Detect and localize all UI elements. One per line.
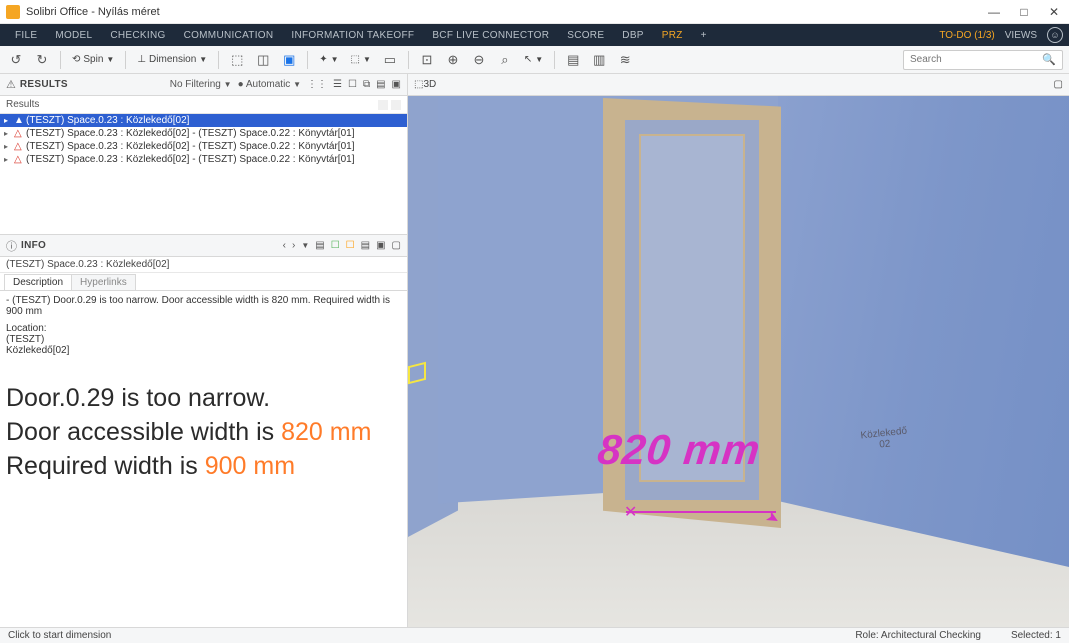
wall-right bbox=[778, 96, 1069, 567]
views-menu[interactable]: VIEWS bbox=[1005, 30, 1037, 41]
info-subject: (TESZT) Space.0.23 : Közlekedő[02] bbox=[0, 257, 407, 273]
status-selected: Selected: 1 bbox=[1011, 630, 1061, 641]
layer-icon[interactable]: ▤ bbox=[563, 50, 583, 70]
status-bar: Click to start dimension Role: Architect… bbox=[0, 627, 1069, 643]
cube-icon[interactable]: ⬚ bbox=[227, 50, 247, 70]
plane-icon[interactable]: ▥ bbox=[589, 50, 609, 70]
info-btn-3[interactable]: ☐ bbox=[346, 240, 355, 251]
view3d-title: 3D bbox=[423, 79, 436, 90]
info-btn-4[interactable]: ▤ bbox=[361, 240, 370, 251]
info-title: INFO bbox=[21, 240, 46, 251]
filter-dropdown[interactable]: No Filtering ▼ bbox=[170, 79, 232, 90]
zoom-fit-icon[interactable]: ⊡ bbox=[417, 50, 437, 70]
menu-add-tab[interactable]: + bbox=[692, 30, 716, 41]
info-next-button[interactable]: › bbox=[292, 240, 295, 251]
zoom-region-icon[interactable]: ⌕ bbox=[495, 50, 515, 70]
window-title: Solibri Office - Nyílás méret bbox=[26, 6, 160, 18]
info-btn-6[interactable]: ▢ bbox=[392, 240, 401, 251]
menu-prz[interactable]: PRZ bbox=[653, 30, 692, 41]
menu-information-takeoff[interactable]: INFORMATION TAKEOFF bbox=[282, 30, 423, 41]
info-nav-dd[interactable]: ▼ bbox=[301, 240, 309, 251]
automatic-dropdown[interactable]: ● Automatic ▼ bbox=[238, 79, 301, 90]
tool-dd1[interactable]: ✦ ▼ bbox=[316, 54, 341, 65]
info-icon: ⓘ bbox=[6, 238, 17, 254]
view3d-canvas[interactable]: ✕ ➤ 820 mm Közlekedő 02 bbox=[408, 96, 1069, 627]
tab-description[interactable]: Description bbox=[4, 274, 72, 290]
results-btn-3[interactable]: ☐ bbox=[348, 79, 357, 90]
results-title: RESULTS bbox=[20, 79, 68, 90]
redo-button[interactable]: ↻ bbox=[32, 50, 52, 70]
info-prev-button[interactable]: ‹ bbox=[283, 240, 286, 251]
view3d-maximize-button[interactable]: ▢ bbox=[1054, 79, 1063, 90]
results-row-text: (TESZT) Space.0.23 : Közlekedő[02] - (TE… bbox=[26, 154, 354, 165]
menu-score[interactable]: SCORE bbox=[558, 30, 613, 41]
undo-button[interactable]: ↺ bbox=[6, 50, 26, 70]
info-btn-1[interactable]: ▤ bbox=[315, 240, 324, 251]
minimize-button[interactable]: — bbox=[985, 5, 1003, 19]
info-location-header: Location: bbox=[6, 323, 401, 334]
results-list[interactable]: ▸▲ (TESZT) Space.0.23 : Közlekedő[02] ▸△… bbox=[0, 114, 407, 234]
info-panel-header: ⓘ INFO ‹ › ▼ ▤ ☐ ☐ ▤ ▣ ▢ bbox=[0, 235, 407, 257]
results-btn-6[interactable]: ▣ bbox=[392, 79, 401, 90]
info-description-line: - (TESZT) Door.0.29 is too narrow. Door … bbox=[6, 295, 401, 317]
results-row[interactable]: ▸△ (TESZT) Space.0.23 : Közlekedő[02] - … bbox=[0, 140, 407, 153]
results-column-header: Results bbox=[0, 96, 407, 114]
results-row[interactable]: ▸△ (TESZT) Space.0.23 : Közlekedő[02] - … bbox=[0, 127, 407, 140]
zoom-in-icon[interactable]: ⊕ bbox=[443, 50, 463, 70]
status-role: Role: Architectural Checking bbox=[855, 630, 981, 641]
results-row-text: (TESZT) Space.0.23 : Közlekedő[02] bbox=[26, 115, 189, 126]
search-box[interactable]: 🔍 bbox=[903, 50, 1063, 70]
zoom-out-icon[interactable]: ⊖ bbox=[469, 50, 489, 70]
menu-bar: FILE MODEL CHECKING COMMUNICATION INFORM… bbox=[0, 24, 1069, 46]
results-col-label: Results bbox=[6, 99, 39, 110]
dimension-line bbox=[626, 511, 776, 513]
search-icon[interactable]: 🔍 bbox=[1042, 53, 1056, 66]
info-btn-2[interactable]: ☐ bbox=[331, 240, 340, 251]
results-row[interactable]: ▸▲ (TESZT) Space.0.23 : Közlekedő[02] bbox=[0, 114, 407, 127]
tab-hyperlinks[interactable]: Hyperlinks bbox=[71, 274, 136, 290]
results-btn-1[interactable]: ⋮⋮ bbox=[307, 79, 327, 90]
search-input[interactable] bbox=[910, 54, 1042, 65]
info-location-2: Közlekedő[02] bbox=[6, 345, 401, 356]
results-row-text: (TESZT) Space.0.23 : Közlekedő[02] - (TE… bbox=[26, 141, 354, 152]
cube2-icon[interactable]: ◫ bbox=[253, 50, 273, 70]
close-button[interactable]: ✕ bbox=[1045, 5, 1063, 19]
toolbar: ↺ ↻ ⟲ Spin ▼ ⊥ Dimension ▼ ⬚ ◫ ▣ ✦ ▼ ⬚ ▼… bbox=[0, 46, 1069, 74]
menu-file[interactable]: FILE bbox=[6, 30, 46, 41]
view3d-panel-header: ⬚ 3D ▢ bbox=[408, 74, 1069, 96]
app-icon bbox=[6, 5, 20, 19]
tool-dd2[interactable]: ⬚ ▼ bbox=[348, 54, 374, 65]
cursor-dropdown[interactable]: ↖ ▼ bbox=[521, 54, 546, 65]
info-big-message: Door.0.29 is too narrow. Door accessible… bbox=[6, 382, 401, 483]
box-icon[interactable]: ▣ bbox=[279, 50, 299, 70]
menu-communication[interactable]: COMMUNICATION bbox=[175, 30, 283, 41]
status-hint: Click to start dimension bbox=[8, 630, 111, 641]
info-location-1: (TESZT) bbox=[6, 334, 401, 345]
menu-model[interactable]: MODEL bbox=[46, 30, 101, 41]
menu-checking[interactable]: CHECKING bbox=[101, 30, 174, 41]
book-icon[interactable]: ▭ bbox=[380, 50, 400, 70]
results-btn-4[interactable]: ⧉ bbox=[363, 79, 370, 90]
info-tabs: Description Hyperlinks bbox=[0, 273, 407, 291]
results-btn-2[interactable]: ☰ bbox=[333, 79, 342, 90]
dimension-dropdown[interactable]: ⊥ Dimension ▼ bbox=[134, 54, 210, 65]
todo-indicator[interactable]: TO-DO (1/3) bbox=[939, 30, 994, 41]
results-btn-5[interactable]: ▤ bbox=[376, 79, 385, 90]
results-row[interactable]: ▸△ (TESZT) Space.0.23 : Közlekedő[02] - … bbox=[0, 153, 407, 166]
cube3d-icon: ⬚ bbox=[414, 79, 423, 90]
help-icon[interactable]: ☺ bbox=[1047, 27, 1063, 43]
maximize-button[interactable]: □ bbox=[1015, 5, 1033, 19]
info-btn-5[interactable]: ▣ bbox=[376, 240, 385, 251]
results-icon: ⚠ bbox=[6, 78, 16, 91]
layers-icon[interactable]: ≋ bbox=[615, 50, 635, 70]
info-body: - (TESZT) Door.0.29 is too narrow. Door … bbox=[0, 291, 407, 627]
menu-bcf-live-connector[interactable]: BCF LIVE CONNECTOR bbox=[423, 30, 558, 41]
dimension-label: 820 mm bbox=[595, 426, 762, 474]
menu-dbp[interactable]: DBP bbox=[613, 30, 652, 41]
spin-dropdown[interactable]: ⟲ Spin ▼ bbox=[69, 54, 117, 65]
results-panel-header: ⚠ RESULTS No Filtering ▼ ● Automatic ▼ ⋮… bbox=[0, 74, 407, 96]
results-row-text: (TESZT) Space.0.23 : Közlekedő[02] - (TE… bbox=[26, 128, 354, 139]
title-bar: Solibri Office - Nyílás méret — □ ✕ bbox=[0, 0, 1069, 24]
